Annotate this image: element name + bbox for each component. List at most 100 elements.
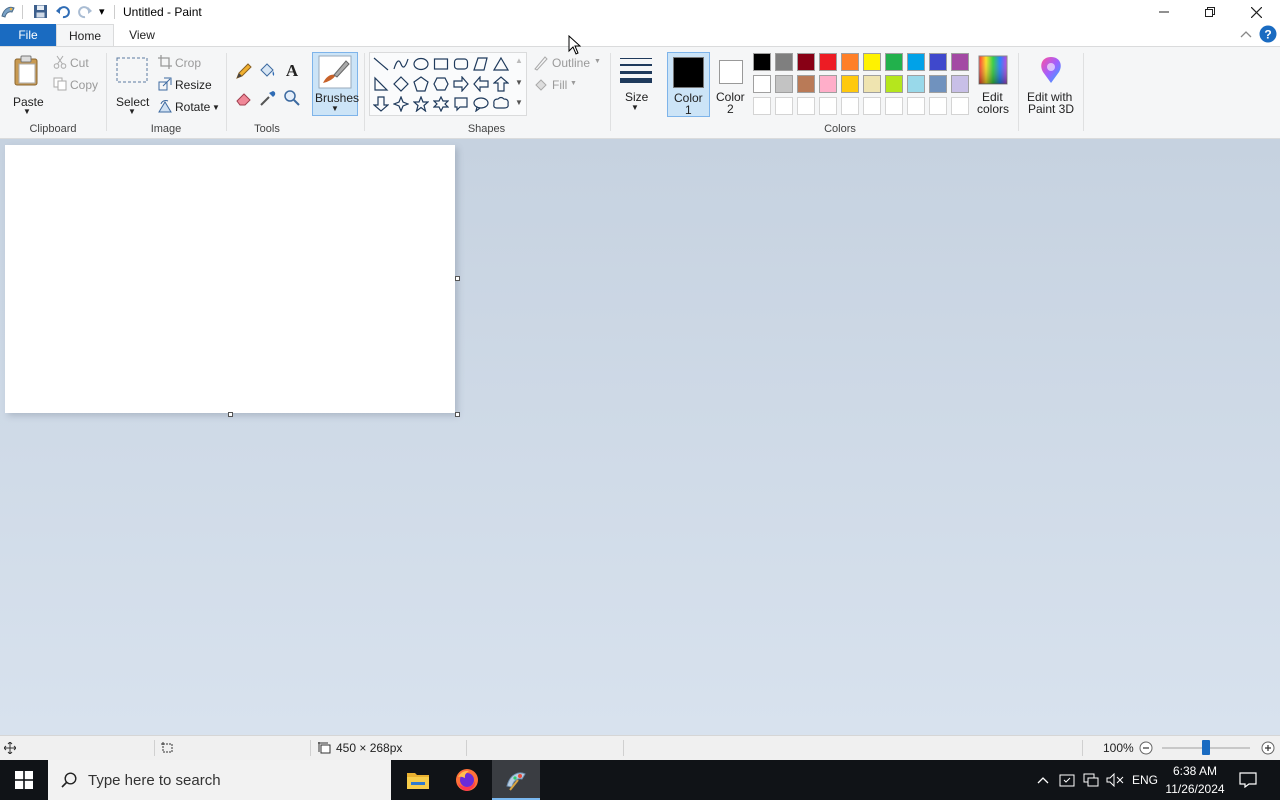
canvas-resize-handle-corner[interactable]: [455, 412, 460, 417]
zoom-in-icon[interactable]: [1261, 741, 1275, 758]
palette-color-swatch[interactable]: [951, 75, 969, 93]
undo-icon[interactable]: [55, 4, 71, 22]
shapes-scroll-down-icon[interactable]: ▼: [515, 78, 523, 87]
resize-button[interactable]: Resize: [175, 78, 212, 92]
brushes-button[interactable]: Brushes ▼: [312, 52, 359, 116]
drawing-canvas[interactable]: [5, 145, 455, 413]
palette-color-swatch[interactable]: [885, 75, 903, 93]
palette-color-swatch[interactable]: [951, 53, 969, 71]
palette-color-swatch[interactable]: [775, 75, 793, 93]
palette-color-swatch[interactable]: [797, 75, 815, 93]
magnifier-icon[interactable]: [283, 89, 301, 110]
color-picker-icon[interactable]: [259, 89, 277, 110]
security-icon[interactable]: [1056, 760, 1078, 800]
crop-button[interactable]: Crop: [175, 56, 201, 70]
help-icon[interactable]: ?: [1259, 25, 1277, 46]
oval-callout-shape-icon[interactable]: [472, 95, 490, 113]
palette-color-swatch[interactable]: [907, 75, 925, 93]
taskbar-firefox[interactable]: [443, 760, 491, 800]
zoom-slider-thumb[interactable]: [1202, 740, 1210, 755]
six-point-star-shape-icon[interactable]: [432, 95, 450, 113]
polygon-shape-icon[interactable]: [472, 55, 490, 73]
zoom-out-icon[interactable]: [1139, 741, 1153, 758]
palette-color-swatch[interactable]: [753, 75, 771, 93]
clock[interactable]: 6:38 AM 11/26/2024: [1162, 762, 1228, 798]
palette-color-swatch[interactable]: [929, 75, 947, 93]
tab-view[interactable]: View: [114, 24, 170, 46]
rotate-button[interactable]: Rotate: [175, 100, 210, 114]
palette-custom-color-slot[interactable]: [819, 97, 837, 115]
triangle-shape-icon[interactable]: [492, 55, 510, 73]
show-hidden-icons-icon[interactable]: [1033, 760, 1053, 800]
palette-color-swatch[interactable]: [863, 53, 881, 71]
palette-custom-color-slot[interactable]: [907, 97, 925, 115]
palette-color-swatch[interactable]: [885, 53, 903, 71]
canvas-resize-handle-right[interactable]: [455, 276, 460, 281]
hexagon-shape-icon[interactable]: [432, 75, 450, 93]
shapes-expand-icon[interactable]: ▼: [515, 98, 523, 107]
taskbar-paint[interactable]: [492, 760, 540, 800]
palette-custom-color-slot[interactable]: [797, 97, 815, 115]
close-button[interactable]: [1233, 0, 1279, 24]
curve-shape-icon[interactable]: [392, 55, 410, 73]
palette-color-swatch[interactable]: [775, 53, 793, 71]
edit-with-paint3d-button[interactable]: Edit with Paint 3D: [1022, 52, 1080, 117]
four-point-star-shape-icon[interactable]: [392, 95, 410, 113]
down-arrow-shape-icon[interactable]: [372, 95, 390, 113]
taskbar-search-box[interactable]: Type here to search: [48, 760, 391, 800]
left-arrow-shape-icon[interactable]: [472, 75, 490, 93]
up-arrow-shape-icon[interactable]: [492, 75, 510, 93]
color1-button[interactable]: Color 1: [667, 52, 710, 117]
palette-custom-color-slot[interactable]: [775, 97, 793, 115]
palette-color-swatch[interactable]: [863, 75, 881, 93]
palette-color-swatch[interactable]: [929, 53, 947, 71]
pentagon-shape-icon[interactable]: [412, 75, 430, 93]
save-icon[interactable]: [33, 4, 48, 22]
eraser-icon[interactable]: [235, 89, 253, 110]
select-button[interactable]: Select ▼: [112, 51, 152, 117]
palette-color-swatch[interactable]: [841, 53, 859, 71]
collapse-ribbon-icon[interactable]: [1240, 28, 1252, 42]
pencil-icon[interactable]: [235, 62, 253, 83]
edit-colors-button[interactable]: Edit colors: [974, 52, 1012, 117]
tab-home[interactable]: Home: [56, 24, 114, 46]
canvas-resize-handle-bottom[interactable]: [228, 412, 233, 417]
diamond-shape-icon[interactable]: [392, 75, 410, 93]
rectangle-shape-icon[interactable]: [432, 55, 450, 73]
tab-file[interactable]: File: [0, 24, 56, 46]
color2-button[interactable]: Color 2: [712, 52, 750, 117]
restore-button[interactable]: [1187, 0, 1233, 24]
outline-button[interactable]: Outline: [552, 56, 590, 70]
right-arrow-shape-icon[interactable]: [452, 75, 470, 93]
volume-muted-icon[interactable]: [1104, 760, 1126, 800]
fill-bucket-icon[interactable]: [258, 62, 276, 83]
five-point-star-shape-icon[interactable]: [412, 95, 430, 113]
text-icon[interactable]: A: [283, 60, 301, 83]
right-triangle-shape-icon[interactable]: [372, 75, 390, 93]
palette-color-swatch[interactable]: [797, 53, 815, 71]
language-indicator[interactable]: ENG: [1128, 760, 1162, 800]
palette-color-swatch[interactable]: [753, 53, 771, 71]
palette-color-swatch[interactable]: [841, 75, 859, 93]
network-icon[interactable]: [1080, 760, 1102, 800]
palette-custom-color-slot[interactable]: [841, 97, 859, 115]
notifications-icon[interactable]: [1234, 760, 1262, 800]
shapes-gallery[interactable]: ▲ ▼ ▼: [369, 52, 527, 116]
palette-color-swatch[interactable]: [907, 53, 925, 71]
size-button[interactable]: Size ▼: [615, 52, 657, 116]
zoom-slider[interactable]: [1162, 740, 1250, 755]
palette-custom-color-slot[interactable]: [753, 97, 771, 115]
oval-shape-icon[interactable]: [412, 55, 430, 73]
copy-button[interactable]: Copy: [70, 78, 98, 92]
rounded-callout-shape-icon[interactable]: [452, 95, 470, 113]
cut-button[interactable]: Cut: [70, 56, 89, 70]
paint-app-icon[interactable]: [0, 4, 16, 23]
palette-custom-color-slot[interactable]: [951, 97, 969, 115]
paste-button[interactable]: Paste ▼: [6, 51, 48, 117]
palette-color-swatch[interactable]: [819, 53, 837, 71]
fill-button[interactable]: Fill: [552, 78, 567, 92]
minimize-button[interactable]: [1141, 0, 1187, 24]
palette-custom-color-slot[interactable]: [885, 97, 903, 115]
palette-custom-color-slot[interactable]: [929, 97, 947, 115]
taskbar-file-explorer[interactable]: [394, 760, 442, 800]
